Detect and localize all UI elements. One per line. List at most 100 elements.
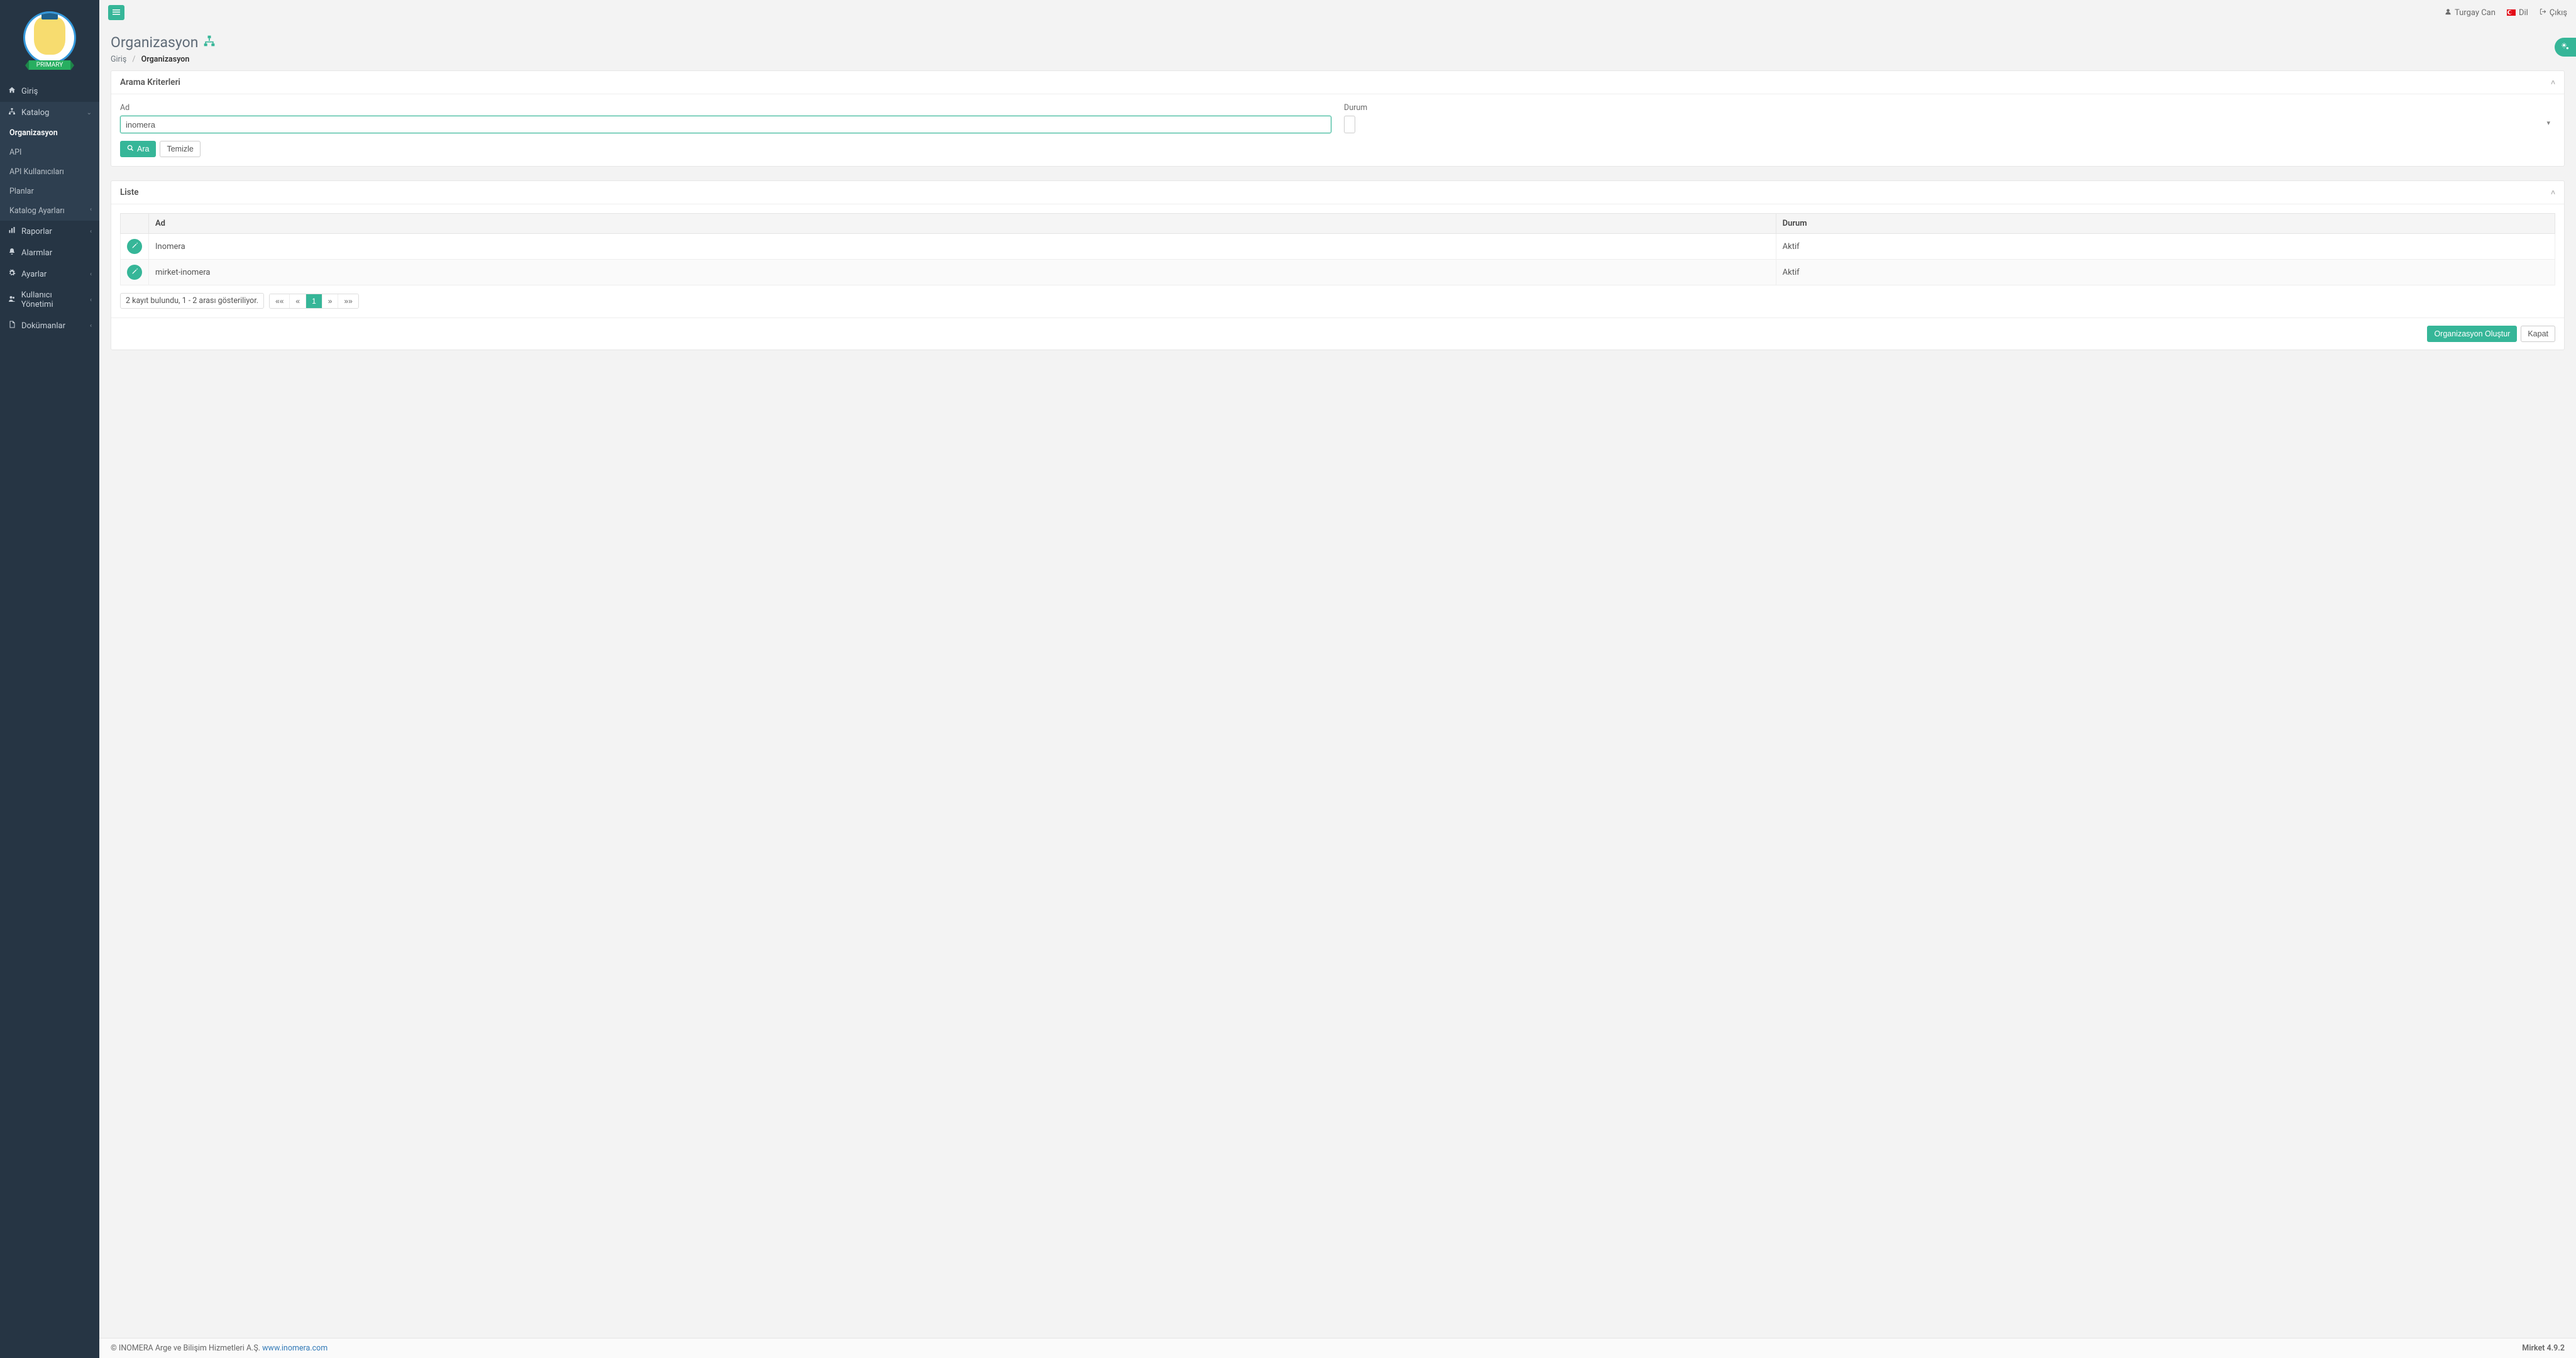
sidebar-item-label: Raporlar	[21, 227, 52, 236]
bell-icon	[8, 248, 16, 258]
sidebar-subitem-api-kullanicilari[interactable]: API Kullanıcıları	[0, 162, 99, 182]
search-button[interactable]: Ara	[120, 141, 156, 157]
col-name: Ad	[149, 214, 1776, 234]
sidebar-item-dokumanlar[interactable]: Dokümanlar ‹	[0, 315, 99, 336]
page-settings-button[interactable]	[2555, 38, 2576, 57]
status-select[interactable]	[1344, 116, 1355, 133]
chart-icon	[8, 226, 16, 236]
pager-info: 2 kayıt bulundu, 1 - 2 arası gösteriliyo…	[120, 293, 264, 309]
chevron-up-icon: ˄	[2551, 188, 2555, 197]
sidebar-item-katalog[interactable]: Katalog ⌄	[0, 102, 99, 123]
topbar-logout[interactable]: Çıkış	[2540, 8, 2567, 18]
sidebar-item-ayarlar[interactable]: Ayarlar ‹	[0, 263, 99, 285]
sidebar-item-alarmlar[interactable]: Alarmlar	[0, 242, 99, 263]
breadcrumb-current: Organizasyon	[141, 55, 190, 64]
chevron-left-icon: ‹	[90, 228, 92, 235]
search-panel: Arama Kriterleri ˄ Ad Durum	[111, 70, 2565, 167]
cogs-icon	[2560, 41, 2570, 53]
close-button[interactable]: Kapat	[2521, 326, 2555, 342]
main: Turgay Can Dil Çıkış Organizasyon	[99, 0, 2576, 1358]
create-organization-button[interactable]: Organizasyon Oluştur	[2427, 326, 2517, 342]
breadcrumb-home[interactable]: Giriş	[111, 55, 126, 64]
pager-prev-button[interactable]: «	[290, 294, 306, 308]
user-icon	[2445, 8, 2452, 18]
search-panel-body: Ad Durum	[111, 94, 2564, 166]
sidebar-subitem-planlar[interactable]: Planlar	[0, 182, 99, 201]
chevron-left-icon: ‹	[90, 206, 92, 213]
page-title-text: Organizasyon	[111, 34, 198, 51]
search-button-label: Ara	[137, 145, 149, 153]
search-buttons: Ara Temizle	[120, 141, 2555, 157]
name-input[interactable]	[120, 116, 1331, 133]
sidebar-item-label: Dokümanlar	[21, 321, 65, 331]
table-row: mirket-inomera Aktif	[121, 260, 2555, 285]
chevron-left-icon: ‹	[90, 271, 92, 278]
col-status: Durum	[1776, 214, 2555, 234]
col-actions	[121, 214, 149, 234]
search-icon	[127, 145, 134, 153]
clear-button-label: Temizle	[167, 145, 193, 153]
topbar: Turgay Can Dil Çıkış	[99, 0, 2576, 25]
list-panel-footer: Organizasyon Oluştur Kapat	[111, 317, 2564, 350]
chevron-up-icon: ˄	[2551, 78, 2555, 87]
topbar-language-label: Dil	[2519, 8, 2528, 18]
topbar-right: Turgay Can Dil Çıkış	[2445, 8, 2567, 18]
sidebar-item-label: Katalog	[21, 108, 49, 118]
search-panel-title: Arama Kriterleri	[120, 77, 180, 87]
sidebar-item-kullanici-yonetimi[interactable]: Kullanıcı Yönetimi ‹	[0, 285, 99, 315]
pager-last-button[interactable]: »»	[338, 294, 358, 308]
sidebar-subitem-label: API Kullanıcıları	[9, 167, 64, 177]
breadcrumb-separator: /	[132, 55, 135, 64]
pager: «« « 1 » »»	[269, 294, 359, 309]
sidebar-subitem-label: Katalog Ayarları	[9, 206, 65, 216]
pager-page-button[interactable]: 1	[306, 294, 322, 308]
status-label: Durum	[1344, 103, 2555, 113]
brand-logo[interactable]: PRIMARY	[0, 0, 99, 80]
list-panel-title: Liste	[120, 187, 139, 197]
footer-link[interactable]: www.inomera.com	[262, 1344, 328, 1353]
status-select-wrap	[1344, 116, 2555, 133]
sidebar-subitem-katalog-ayarlari[interactable]: Katalog Ayarları ‹	[0, 201, 99, 221]
bars-icon	[113, 8, 120, 18]
sidebar-item-label: Ayarlar	[21, 270, 47, 279]
page-head: Organizasyon Giriş / Organizasyon	[111, 34, 2565, 64]
pager-first-button[interactable]: ««	[270, 294, 290, 308]
name-label: Ad	[120, 103, 1331, 113]
pager-next-button[interactable]: »	[322, 294, 339, 308]
sidebar-subitem-organizasyon[interactable]: Organizasyon	[0, 123, 99, 143]
cell-status: Aktif	[1776, 234, 2555, 260]
edit-row-button[interactable]	[127, 239, 142, 254]
home-icon	[8, 86, 16, 96]
chevron-left-icon: ‹	[90, 297, 92, 304]
breadcrumb: Giriş / Organizasyon	[111, 55, 2565, 64]
topbar-user-name: Turgay Can	[2455, 8, 2496, 18]
logout-icon	[2540, 8, 2546, 18]
clear-button[interactable]: Temizle	[160, 141, 200, 157]
topbar-language[interactable]: Dil	[2507, 8, 2528, 18]
create-button-label: Organizasyon Oluştur	[2434, 329, 2510, 338]
sidebar-item-home[interactable]: Giriş	[0, 80, 99, 102]
pager-row: 2 kayıt bulundu, 1 - 2 arası gösteriliyo…	[120, 293, 2555, 309]
page-content: Organizasyon Giriş / Organizasyon Arama …	[99, 25, 2576, 1358]
pencil-icon	[131, 242, 138, 251]
sidebar-item-raporlar[interactable]: Raporlar ‹	[0, 221, 99, 242]
sidebar-nav: Giriş Katalog ⌄ Organizasyon API API Kul…	[0, 80, 99, 336]
chevron-down-icon: ⌄	[87, 109, 92, 116]
form-group-status: Durum	[1344, 103, 2555, 133]
sidebar-subitem-label: Planlar	[9, 187, 34, 196]
footer: © INOMERA Arge ve Bilişim Hizmetleri A.Ş…	[99, 1338, 2576, 1358]
list-panel: Liste ˄ Ad Durum	[111, 180, 2565, 350]
sidebar-subitem-label: Organizasyon	[9, 128, 58, 138]
panel-collapse-toggle[interactable]: ˄	[2551, 188, 2555, 197]
sidebar-submenu-katalog: Organizasyon API API Kullanıcıları Planl…	[0, 123, 99, 221]
footer-left: © INOMERA Arge ve Bilişim Hizmetleri A.Ş…	[111, 1344, 328, 1353]
list-panel-body: Ad Durum	[111, 204, 2564, 317]
panel-collapse-toggle[interactable]: ˄	[2551, 78, 2555, 87]
sidebar-toggle-button[interactable]	[108, 5, 124, 20]
cell-name: Inomera	[149, 234, 1776, 260]
sidebar-subitem-api[interactable]: API	[0, 143, 99, 162]
sidebar-item-label: Kullanıcı Yönetimi	[21, 290, 85, 309]
topbar-user[interactable]: Turgay Can	[2445, 8, 2496, 18]
edit-row-button[interactable]	[127, 265, 142, 280]
table-row: Inomera Aktif	[121, 234, 2555, 260]
